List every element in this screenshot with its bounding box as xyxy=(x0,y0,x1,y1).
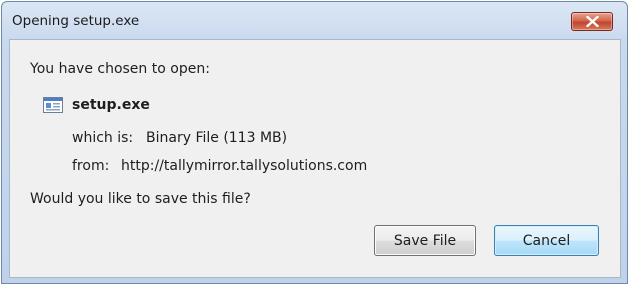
file-name: setup.exe xyxy=(72,97,150,113)
close-icon xyxy=(586,16,599,27)
download-dialog: Opening setup.exe You have chosen to ope… xyxy=(1,1,628,284)
cancel-button[interactable]: Cancel xyxy=(494,225,599,256)
close-button[interactable] xyxy=(571,12,613,31)
which-is-label: which is: xyxy=(72,130,134,146)
executable-file-icon xyxy=(43,97,63,113)
save-file-button[interactable]: Save File xyxy=(374,225,476,256)
intro-text: You have chosen to open: xyxy=(30,61,210,77)
dialog-title: Opening setup.exe xyxy=(12,13,140,29)
file-type-value: Binary File (113 MB) xyxy=(146,130,288,146)
dialog-body: You have chosen to open: setup.exe which… xyxy=(9,39,621,278)
save-question: Would you like to save this file? xyxy=(30,191,251,207)
title-bar[interactable]: Opening setup.exe xyxy=(2,2,627,38)
source-url: http://tallymirror.tallysolutions.com xyxy=(121,158,368,174)
from-label: from: xyxy=(72,158,110,174)
